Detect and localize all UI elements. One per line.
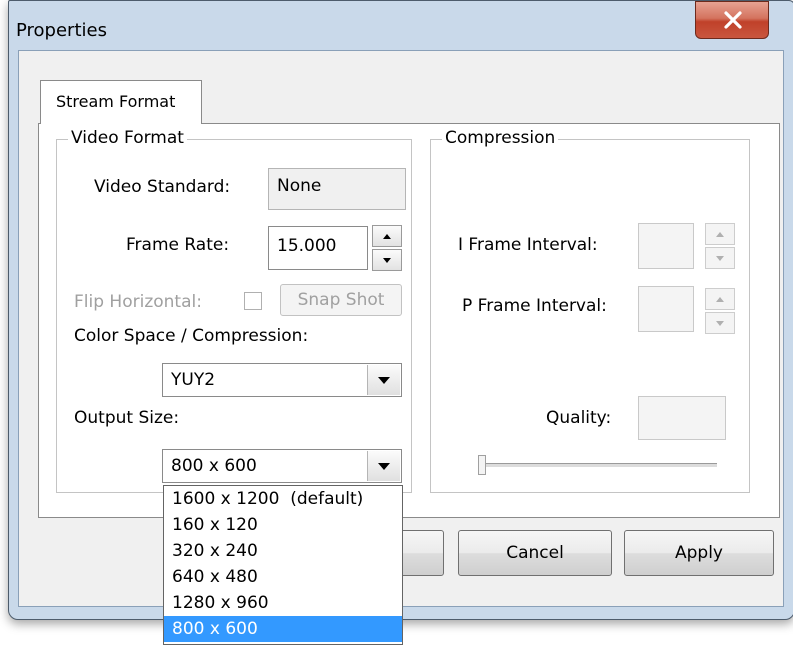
i-frame-up-button[interactable] bbox=[705, 223, 735, 245]
color-space-selected-value: YUY2 bbox=[171, 370, 216, 390]
chevron-down-icon bbox=[378, 377, 390, 384]
i-frame-down-button[interactable] bbox=[705, 247, 735, 269]
arrow-down-icon bbox=[383, 258, 391, 263]
output-size-select[interactable]: 800 x 600 bbox=[162, 449, 402, 483]
color-space-dropdown-button[interactable] bbox=[367, 365, 400, 395]
window-title: Properties bbox=[16, 20, 107, 41]
color-space-select[interactable]: YUY2 bbox=[162, 363, 402, 397]
dropdown-option[interactable]: 640 x 480 bbox=[164, 564, 402, 590]
dropdown-option-selected[interactable]: 800 x 600 bbox=[164, 616, 402, 642]
flip-horizontal-label: Flip Horizontal: bbox=[74, 292, 202, 312]
tab-stream-format-label: Stream Format bbox=[56, 92, 176, 111]
color-space-label: Color Space / Compression: bbox=[74, 326, 309, 346]
frame-rate-up-button[interactable] bbox=[372, 225, 402, 247]
output-size-label: Output Size: bbox=[74, 408, 180, 428]
cancel-button[interactable]: Cancel bbox=[458, 530, 612, 576]
i-frame-interval-spinner[interactable] bbox=[705, 223, 735, 269]
p-frame-interval-label: P Frame Interval: bbox=[462, 296, 607, 316]
p-frame-down-button[interactable] bbox=[705, 312, 735, 334]
close-button[interactable] bbox=[695, 1, 769, 39]
dropdown-option[interactable]: 1280 x 960 bbox=[164, 590, 402, 616]
i-frame-interval-label: I Frame Interval: bbox=[458, 235, 598, 255]
apply-button[interactable]: Apply bbox=[624, 530, 774, 576]
video-standard-label: Video Standard: bbox=[94, 177, 231, 197]
output-size-dropdown-list: 1600 x 1200 (default) 160 x 120 320 x 24… bbox=[163, 485, 403, 645]
dropdown-option[interactable]: 160 x 120 bbox=[164, 512, 402, 538]
dropdown-option[interactable]: 1600 x 1200 (default) bbox=[164, 486, 402, 512]
arrow-up-icon bbox=[716, 232, 724, 237]
quality-label: Quality: bbox=[546, 408, 612, 428]
p-frame-up-button[interactable] bbox=[705, 288, 735, 310]
frame-rate-down-button[interactable] bbox=[372, 249, 402, 271]
dropdown-option[interactable]: 320 x 240 bbox=[164, 538, 402, 564]
arrow-down-icon bbox=[716, 321, 724, 326]
p-frame-interval-field[interactable] bbox=[638, 286, 694, 332]
quality-field[interactable] bbox=[638, 396, 726, 440]
arrow-up-icon bbox=[383, 234, 391, 239]
i-frame-interval-field[interactable] bbox=[638, 223, 694, 269]
video-standard-field: None bbox=[268, 168, 406, 210]
quality-slider-track[interactable] bbox=[482, 463, 717, 468]
frame-rate-field[interactable]: 15.000 bbox=[268, 226, 368, 270]
arrow-down-icon bbox=[716, 256, 724, 261]
output-size-selected-value: 800 x 600 bbox=[171, 456, 257, 476]
chevron-down-icon bbox=[378, 463, 390, 470]
quality-slider-thumb[interactable] bbox=[478, 455, 486, 475]
snap-shot-button[interactable]: Snap Shot bbox=[280, 284, 402, 316]
output-size-dropdown-button[interactable] bbox=[367, 451, 400, 481]
frame-rate-label: Frame Rate: bbox=[126, 235, 230, 255]
video-format-group-title: Video Format bbox=[68, 128, 187, 148]
close-icon bbox=[724, 11, 742, 29]
flip-horizontal-checkbox[interactable] bbox=[244, 292, 262, 310]
compression-group-title: Compression bbox=[442, 128, 559, 148]
p-frame-interval-spinner[interactable] bbox=[705, 288, 735, 334]
frame-rate-spinner[interactable] bbox=[372, 225, 402, 271]
arrow-up-icon bbox=[716, 297, 724, 302]
